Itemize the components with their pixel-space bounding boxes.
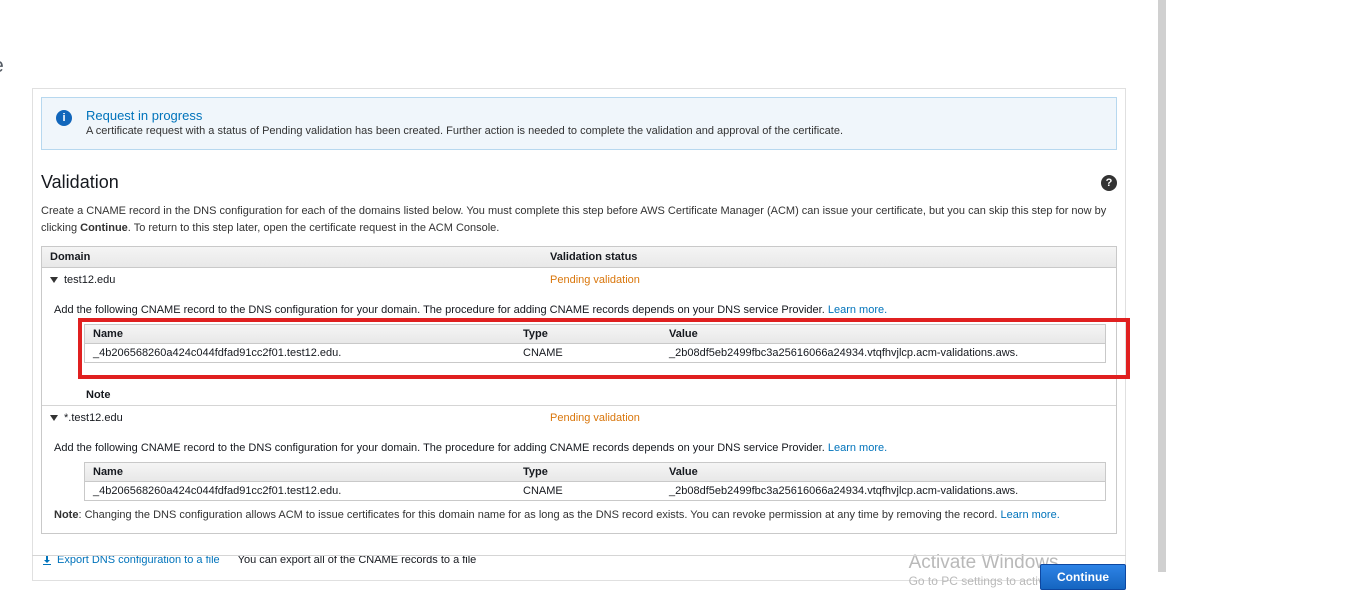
cname-name: _4b206568260a424c044fdfad91cc2f01.test12…: [85, 482, 515, 500]
continue-button[interactable]: Continue: [1040, 564, 1126, 590]
cname-type: CNAME: [515, 344, 661, 362]
caret-down-icon: [50, 415, 58, 421]
learn-more-link[interactable]: Learn more.: [1000, 509, 1059, 521]
validation-status: Pending validation: [542, 270, 1116, 290]
validation-description: Create a CNAME record in the DNS configu…: [33, 199, 1125, 246]
footer-bar: Continue: [32, 555, 1126, 590]
cname-value: _2b08df5eb2499fbc3a25616066a24934.vtqfhv…: [661, 344, 1105, 362]
cname-record-box-highlighted: Name Type Value _4b206568260a424c044fdfa…: [84, 324, 1106, 363]
cname-instruction: Add the following CNAME record to the DN…: [54, 442, 828, 454]
desc-bold: Continue: [80, 222, 128, 234]
learn-more-link[interactable]: Learn more.: [828, 442, 887, 454]
cname-col-type: Type: [515, 325, 661, 343]
cname-col-type: Type: [515, 463, 661, 481]
domain-row: *.test12.edu Pending validation Add the …: [42, 406, 1116, 533]
info-banner: i Request in progress A certificate requ…: [41, 97, 1117, 150]
note-text: : Changing the DNS configuration allows …: [78, 509, 1000, 521]
cname-value: _2b08df5eb2499fbc3a25616066a24934.vtqfhv…: [661, 482, 1105, 500]
cname-col-value: Value: [661, 325, 1105, 343]
info-icon: i: [56, 110, 72, 126]
col-domain: Domain: [42, 247, 542, 267]
cname-instruction: Add the following CNAME record to the DN…: [54, 304, 828, 316]
page-heading-fragment: ate: [0, 55, 4, 78]
cname-name: _4b206568260a424c044fdfad91cc2f01.test12…: [85, 344, 515, 362]
scrollbar[interactable]: [1158, 0, 1166, 572]
domain-name: *.test12.edu: [64, 412, 123, 424]
domain-detail: Add the following CNAME record to the DN…: [42, 292, 1116, 405]
domain-summary[interactable]: test12.edu Pending validation: [42, 268, 1116, 292]
certificate-panel: i Request in progress A certificate requ…: [32, 88, 1126, 581]
help-icon[interactable]: ?: [1101, 175, 1117, 191]
validation-table-header: Domain Validation status: [42, 247, 1116, 268]
cname-type: CNAME: [515, 482, 661, 500]
validation-table: Domain Validation status test12.edu Pend…: [41, 246, 1117, 534]
note-line: Note: Changing the DNS configuration all…: [54, 509, 1106, 521]
validation-status: Pending validation: [542, 408, 1116, 428]
domain-detail: Add the following CNAME record to the DN…: [42, 430, 1116, 533]
cname-record-box: Name Type Value _4b206568260a424c044fdfa…: [84, 462, 1106, 501]
cname-col-name: Name: [85, 325, 515, 343]
col-status: Validation status: [542, 247, 1116, 267]
cname-table: Name Type Value _4b206568260a424c044fdfa…: [84, 324, 1106, 363]
cname-col-name: Name: [85, 463, 515, 481]
note-label: Note: [54, 509, 78, 521]
domain-row: test12.edu Pending validation Add the fo…: [42, 268, 1116, 406]
cname-table: Name Type Value _4b206568260a424c044fdfa…: [84, 462, 1106, 501]
cname-col-value: Value: [661, 463, 1105, 481]
desc-post: . To return to this step later, open the…: [128, 222, 500, 234]
caret-down-icon: [50, 277, 58, 283]
learn-more-link[interactable]: Learn more.: [828, 304, 887, 316]
banner-title: Request in progress: [86, 108, 1102, 123]
note-label: Note: [86, 389, 110, 401]
validation-heading: Validation: [41, 172, 119, 193]
banner-text: A certificate request with a status of P…: [86, 125, 1102, 137]
domain-name: test12.edu: [64, 274, 115, 286]
domain-summary[interactable]: *.test12.edu Pending validation: [42, 406, 1116, 430]
